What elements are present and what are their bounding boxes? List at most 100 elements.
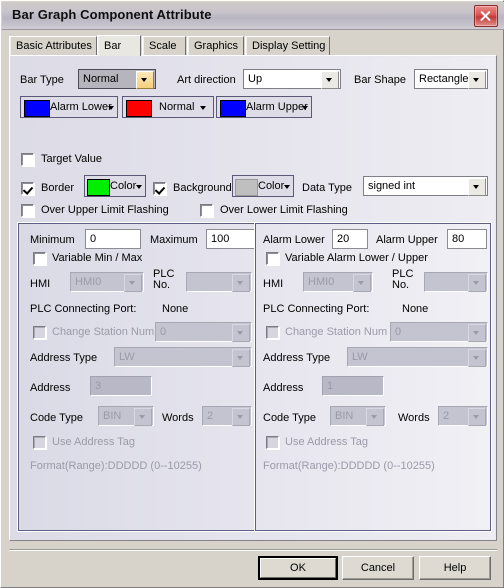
tab-basic-attributes[interactable]: Basic Attributes (9, 36, 97, 55)
border-checkbox[interactable] (21, 182, 34, 195)
tab-scale[interactable]: Scale (142, 36, 186, 55)
chevron-down-icon[interactable] (284, 185, 290, 189)
bar-shape-select[interactable]: Rectangle (414, 69, 488, 89)
chevron-down-icon[interactable] (302, 106, 308, 110)
right-plc-port-value: None (402, 303, 429, 315)
chevron-down-icon[interactable] (468, 71, 486, 89)
minimum-label: Minimum (30, 234, 75, 246)
background-checkbox[interactable] (153, 182, 166, 195)
right-change-station-label: Change Station Num (285, 326, 388, 338)
footer-divider-highlight (9, 550, 497, 551)
minimum-input[interactable]: 0 (85, 229, 141, 249)
chevron-down-icon[interactable] (136, 71, 154, 89)
bar-type-select[interactable]: Normal (78, 69, 156, 89)
alarm-upper-input[interactable]: 80 (447, 229, 487, 249)
ok-button[interactable]: OK (258, 556, 338, 580)
chevron-down-icon[interactable] (468, 408, 486, 426)
over-upper-limit-flashing-checkbox[interactable] (21, 204, 34, 217)
border-label: Border (41, 182, 75, 194)
right-words-select[interactable]: 2 (438, 406, 488, 426)
right-plc-no-select[interactable] (424, 272, 488, 292)
right-address-input[interactable]: 1 (322, 376, 384, 396)
over-lower-limit-flashing-checkbox[interactable] (200, 204, 213, 217)
bar-type-label: Bar Type (20, 74, 64, 86)
normal-color-label: Normal (159, 101, 195, 113)
chevron-down-icon[interactable] (136, 185, 142, 189)
chevron-down-icon[interactable] (353, 274, 371, 292)
background-color-button[interactable]: Color (232, 175, 294, 197)
chevron-down-icon[interactable] (366, 408, 384, 426)
left-use-address-tag-checkbox[interactable] (33, 436, 46, 449)
left-change-station-checkbox[interactable] (33, 326, 46, 339)
right-plc-no-label: PLC No. (392, 268, 414, 291)
right-hmi-label: HMI (263, 278, 284, 290)
title-bar: Bar Graph Component Attribute (2, 2, 504, 30)
left-address-input[interactable]: 3 (90, 376, 152, 396)
art-direction-select[interactable]: Up (243, 69, 341, 89)
target-value-checkbox[interactable] (21, 153, 34, 166)
chevron-down-icon[interactable] (321, 71, 339, 89)
right-address-label: Address (263, 382, 304, 394)
left-words-select[interactable]: 2 (202, 406, 252, 426)
dialog-window: Bar Graph Component Attribute Basic Attr… (0, 0, 504, 588)
right-words-label: Words (398, 412, 430, 424)
normal-color-button[interactable]: Normal (122, 96, 214, 118)
chevron-down-icon[interactable] (124, 274, 142, 292)
border-color-button[interactable]: Color (84, 175, 146, 197)
chevron-down-icon[interactable] (468, 274, 486, 292)
chevron-down-icon[interactable] (232, 349, 250, 367)
over-lower-limit-flashing-label: Over Lower Limit Flashing (220, 204, 348, 216)
left-hmi-select[interactable]: HMI0 (70, 272, 144, 292)
left-plc-no-select[interactable] (186, 272, 252, 292)
chevron-down-icon[interactable] (200, 106, 206, 110)
data-type-select[interactable]: signed int (363, 176, 488, 196)
right-hmi-select[interactable]: HMI0 (303, 272, 373, 292)
background-color-label: Color (258, 180, 285, 192)
chevron-down-icon[interactable] (468, 178, 486, 196)
help-button[interactable]: Help (419, 556, 491, 580)
chevron-down-icon[interactable] (134, 408, 152, 426)
alarm-lower-input[interactable]: 20 (332, 229, 368, 249)
chevron-down-icon[interactable] (232, 274, 250, 292)
maximum-input[interactable]: 100 (206, 229, 262, 249)
right-words-value: 2 (443, 410, 450, 422)
variable-alarm-checkbox[interactable] (266, 252, 279, 265)
right-address-type-select[interactable]: LW (347, 347, 488, 367)
close-icon[interactable] (474, 5, 498, 27)
variable-min-max-label: Variable Min / Max (52, 252, 143, 264)
alarm-upper-color-label: Alarm Upper (246, 101, 308, 113)
left-code-type-select[interactable]: BIN (98, 406, 154, 426)
right-change-station-checkbox[interactable] (266, 326, 279, 339)
right-code-type-label: Code Type (263, 412, 317, 424)
chevron-down-icon[interactable] (232, 324, 250, 342)
alarm-lower-label: Alarm Lower (263, 234, 325, 246)
right-use-address-tag-checkbox[interactable] (266, 436, 279, 449)
alarm-upper-color-swatch (220, 100, 246, 117)
chevron-down-icon[interactable] (232, 408, 250, 426)
bar-type-value: Normal (83, 73, 119, 85)
left-use-address-tag-label: Use Address Tag (52, 436, 135, 448)
left-address-type-select[interactable]: LW (114, 347, 252, 367)
right-change-station-select[interactable]: 0 (390, 322, 488, 342)
alarm-upper-color-button[interactable]: Alarm Upper (216, 96, 312, 118)
tab-bar[interactable]: Bar (97, 35, 141, 56)
right-address-type-value: LW (352, 351, 368, 363)
alarm-lower-color-swatch (24, 100, 50, 117)
tab-display-setting[interactable]: Display Setting (245, 36, 330, 55)
tab-graphics[interactable]: Graphics (187, 36, 244, 55)
cancel-button[interactable]: Cancel (342, 556, 414, 580)
right-code-type-select[interactable]: BIN (330, 406, 386, 426)
right-use-address-tag-label: Use Address Tag (285, 436, 368, 448)
variable-min-max-checkbox[interactable] (33, 252, 46, 265)
art-direction-label: Art direction (177, 74, 236, 86)
right-change-station-value: 0 (395, 326, 402, 338)
chevron-down-icon[interactable] (468, 324, 486, 342)
alarm-lower-color-button[interactable]: Alarm Lower (20, 96, 118, 118)
target-value-label: Target Value (41, 153, 102, 165)
chevron-down-icon[interactable] (108, 106, 114, 110)
alarm-upper-label: Alarm Upper (376, 234, 438, 246)
chevron-down-icon[interactable] (468, 349, 486, 367)
right-format-text: Format(Range):DDDDD (0--10255) (263, 460, 435, 472)
left-change-station-select[interactable]: 0 (155, 322, 252, 342)
left-words-label: Words (162, 412, 194, 424)
